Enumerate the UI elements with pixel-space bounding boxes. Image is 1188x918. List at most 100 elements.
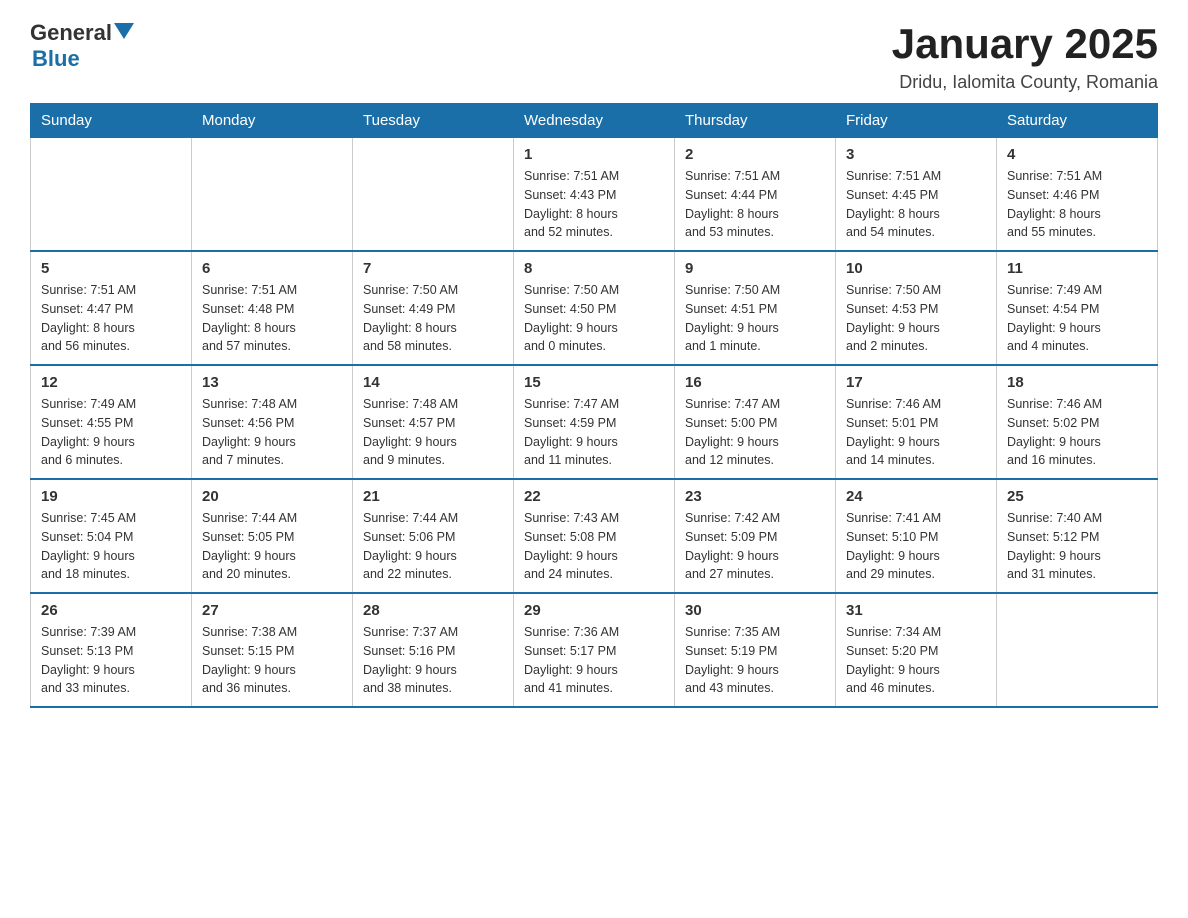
day-info: Sunrise: 7:38 AM Sunset: 5:15 PM Dayligh… — [202, 623, 342, 698]
day-info: Sunrise: 7:49 AM Sunset: 4:54 PM Dayligh… — [1007, 281, 1147, 356]
day-cell: 11 Sunrise: 7:49 AM Sunset: 4:54 PM Dayli… — [997, 251, 1158, 365]
day-number: 17 — [846, 374, 986, 391]
week-row-3: 12Sunrise: 7:49 AM Sunset: 4:55 PM Dayli… — [31, 365, 1158, 479]
day-number: 14 — [363, 374, 503, 391]
day-info: Sunrise: 7:47 AM Sunset: 5:00 PM Dayligh… — [685, 395, 825, 470]
day-cell: 15 Sunrise: 7:47 AM Sunset: 4:59 PM Dayli… — [514, 365, 675, 479]
day-cell: 13 Sunrise: 7:48 AM Sunset: 4:56 PM Dayli… — [192, 365, 353, 479]
day-number: 9 — [685, 260, 825, 277]
day-cell: 14 Sunrise: 7:48 AM Sunset: 4:57 PM Dayli… — [353, 365, 514, 479]
day-cell: 20 Sunrise: 7:44 AM Sunset: 5:05 PM Dayli… — [192, 479, 353, 593]
header-sunday: Sunday — [31, 104, 192, 138]
day-info: Sunrise: 7:39 AM Sunset: 5:13 PM Dayligh… — [41, 623, 181, 698]
day-info: Sunrise: 7:51 AM Sunset: 4:45 PM Dayligh… — [846, 167, 986, 242]
day-info: Sunrise: 7:50 AM Sunset: 4:51 PM Dayligh… — [685, 281, 825, 356]
day-cell: 2 Sunrise: 7:51 AM Sunset: 4:44 PM Daylig… — [675, 138, 836, 252]
day-cell — [353, 138, 514, 252]
day-number: 3 — [846, 146, 986, 163]
day-number: 11 — [1007, 260, 1147, 277]
day-number: 19 — [41, 488, 181, 505]
day-info: Sunrise: 7:48 AM Sunset: 4:57 PM Dayligh… — [363, 395, 503, 470]
day-number: 7 — [363, 260, 503, 277]
day-number: 2 — [685, 146, 825, 163]
day-cell: 5 Sunrise: 7:51 AM Sunset: 4:47 PM Daylig… — [31, 251, 192, 365]
day-cell: 29Sunrise: 7:36 AM Sunset: 5:17 PM Dayli… — [514, 593, 675, 707]
day-number: 13 — [202, 374, 342, 391]
day-info: Sunrise: 7:44 AM Sunset: 5:06 PM Dayligh… — [363, 509, 503, 584]
day-info: Sunrise: 7:47 AM Sunset: 4:59 PM Dayligh… — [524, 395, 664, 470]
day-info: Sunrise: 7:43 AM Sunset: 5:08 PM Dayligh… — [524, 509, 664, 584]
day-info: Sunrise: 7:51 AM Sunset: 4:44 PM Dayligh… — [685, 167, 825, 242]
day-cell: 8 Sunrise: 7:50 AM Sunset: 4:50 PM Daylig… — [514, 251, 675, 365]
day-cell — [31, 138, 192, 252]
day-number: 28 — [363, 602, 503, 619]
day-number: 6 — [202, 260, 342, 277]
day-info: Sunrise: 7:41 AM Sunset: 5:10 PM Dayligh… — [846, 509, 986, 584]
day-info: Sunrise: 7:50 AM Sunset: 4:53 PM Dayligh… — [846, 281, 986, 356]
day-cell: 3 Sunrise: 7:51 AM Sunset: 4:45 PM Daylig… — [836, 138, 997, 252]
day-info: Sunrise: 7:45 AM Sunset: 5:04 PM Dayligh… — [41, 509, 181, 584]
day-info: Sunrise: 7:49 AM Sunset: 4:55 PM Dayligh… — [41, 395, 181, 470]
day-info: Sunrise: 7:42 AM Sunset: 5:09 PM Dayligh… — [685, 509, 825, 584]
day-cell: 16 Sunrise: 7:47 AM Sunset: 5:00 PM Dayli… — [675, 365, 836, 479]
day-cell: 18 Sunrise: 7:46 AM Sunset: 5:02 PM Dayli… — [997, 365, 1158, 479]
logo: General Blue — [30, 20, 134, 72]
day-number: 8 — [524, 260, 664, 277]
day-number: 1 — [524, 146, 664, 163]
day-number: 15 — [524, 374, 664, 391]
day-info: Sunrise: 7:46 AM Sunset: 5:02 PM Dayligh… — [1007, 395, 1147, 470]
day-cell: 19 Sunrise: 7:45 AM Sunset: 5:04 PM Dayli… — [31, 479, 192, 593]
header-thursday: Thursday — [675, 104, 836, 138]
day-number: 5 — [41, 260, 181, 277]
header-monday: Monday — [192, 104, 353, 138]
calendar-table: SundayMondayTuesdayWednesdayThursdayFrid… — [30, 103, 1158, 708]
day-info: Sunrise: 7:51 AM Sunset: 4:48 PM Dayligh… — [202, 281, 342, 356]
day-info: Sunrise: 7:44 AM Sunset: 5:05 PM Dayligh… — [202, 509, 342, 584]
day-number: 27 — [202, 602, 342, 619]
day-number: 4 — [1007, 146, 1147, 163]
day-number: 31 — [846, 602, 986, 619]
day-number: 16 — [685, 374, 825, 391]
day-number: 10 — [846, 260, 986, 277]
day-number: 24 — [846, 488, 986, 505]
day-info: Sunrise: 7:35 AM Sunset: 5:19 PM Dayligh… — [685, 623, 825, 698]
day-info: Sunrise: 7:50 AM Sunset: 4:49 PM Dayligh… — [363, 281, 503, 356]
week-row-5: 26 Sunrise: 7:39 AM Sunset: 5:13 PM Dayli… — [31, 593, 1158, 707]
day-info: Sunrise: 7:46 AM Sunset: 5:01 PM Dayligh… — [846, 395, 986, 470]
day-info: Sunrise: 7:51 AM Sunset: 4:43 PM Dayligh… — [524, 167, 664, 242]
day-number: 25 — [1007, 488, 1147, 505]
calendar-body: 1 Sunrise: 7:51 AM Sunset: 4:43 PM Daylig… — [31, 138, 1158, 708]
day-cell: 17 Sunrise: 7:46 AM Sunset: 5:01 PM Dayli… — [836, 365, 997, 479]
title-section: January 2025 Dridu, Ialomita County, Rom… — [892, 20, 1158, 93]
day-cell — [997, 593, 1158, 707]
day-number: 26 — [41, 602, 181, 619]
day-cell: 28 Sunrise: 7:37 AM Sunset: 5:16 PM Dayli… — [353, 593, 514, 707]
header-friday: Friday — [836, 104, 997, 138]
calendar-subtitle: Dridu, Ialomita County, Romania — [892, 72, 1158, 93]
week-row-1: 1 Sunrise: 7:51 AM Sunset: 4:43 PM Daylig… — [31, 138, 1158, 252]
day-number: 22 — [524, 488, 664, 505]
day-cell: 26 Sunrise: 7:39 AM Sunset: 5:13 PM Dayli… — [31, 593, 192, 707]
page-header: General Blue January 2025 Dridu, Ialomit… — [30, 20, 1158, 93]
day-cell: 6 Sunrise: 7:51 AM Sunset: 4:48 PM Daylig… — [192, 251, 353, 365]
header-tuesday: Tuesday — [353, 104, 514, 138]
day-cell: 22 Sunrise: 7:43 AM Sunset: 5:08 PM Dayli… — [514, 479, 675, 593]
day-cell: 9 Sunrise: 7:50 AM Sunset: 4:51 PM Daylig… — [675, 251, 836, 365]
day-number: 18 — [1007, 374, 1147, 391]
logo-triangle-icon — [114, 23, 134, 39]
day-info: Sunrise: 7:50 AM Sunset: 4:50 PM Dayligh… — [524, 281, 664, 356]
day-cell: 21Sunrise: 7:44 AM Sunset: 5:06 PM Dayli… — [353, 479, 514, 593]
day-info: Sunrise: 7:51 AM Sunset: 4:47 PM Dayligh… — [41, 281, 181, 356]
day-info: Sunrise: 7:40 AM Sunset: 5:12 PM Dayligh… — [1007, 509, 1147, 584]
day-cell — [192, 138, 353, 252]
day-cell: 7 Sunrise: 7:50 AM Sunset: 4:49 PM Daylig… — [353, 251, 514, 365]
day-info: Sunrise: 7:48 AM Sunset: 4:56 PM Dayligh… — [202, 395, 342, 470]
day-number: 20 — [202, 488, 342, 505]
day-number: 30 — [685, 602, 825, 619]
day-cell: 23Sunrise: 7:42 AM Sunset: 5:09 PM Dayli… — [675, 479, 836, 593]
day-info: Sunrise: 7:37 AM Sunset: 5:16 PM Dayligh… — [363, 623, 503, 698]
day-cell: 10 Sunrise: 7:50 AM Sunset: 4:53 PM Dayli… — [836, 251, 997, 365]
week-row-2: 5 Sunrise: 7:51 AM Sunset: 4:47 PM Daylig… — [31, 251, 1158, 365]
header-wednesday: Wednesday — [514, 104, 675, 138]
day-info: Sunrise: 7:34 AM Sunset: 5:20 PM Dayligh… — [846, 623, 986, 698]
